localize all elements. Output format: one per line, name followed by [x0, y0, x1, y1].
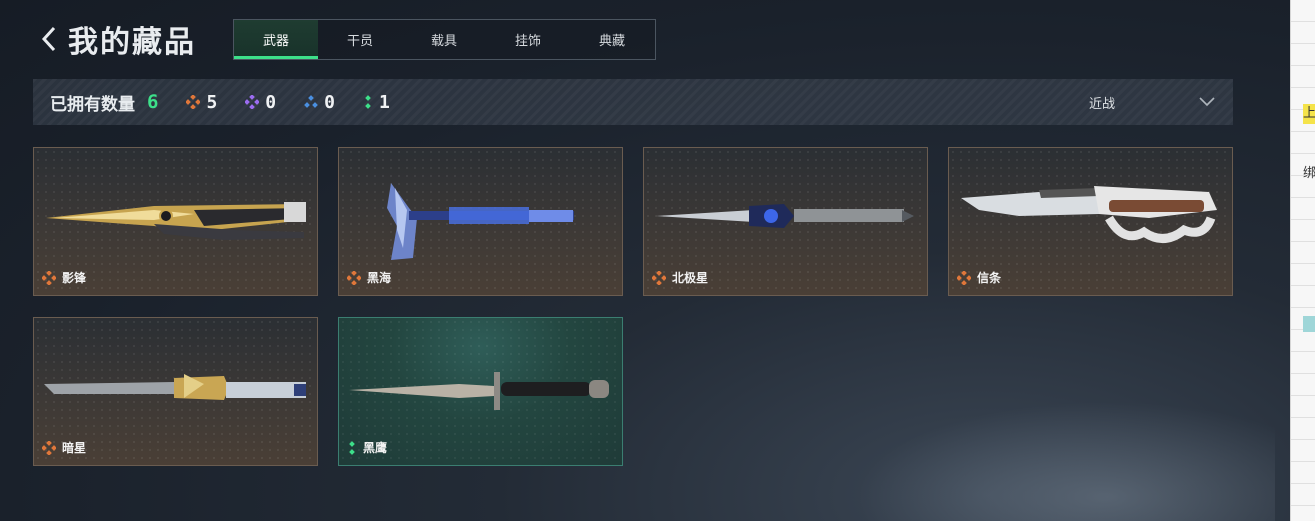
- rarity-blue-count: 0: [304, 92, 335, 113]
- orange-diamond-icon: [957, 270, 971, 285]
- background-cloud: [855, 401, 1275, 521]
- purple-diamond-icon: [245, 95, 260, 109]
- tab-collection[interactable]: 典藏: [570, 20, 654, 59]
- item-name-row: 黑海: [347, 269, 391, 286]
- chevron-left-icon: [41, 26, 56, 52]
- weapon-card[interactable]: 暗星: [33, 317, 318, 466]
- chevron-down-icon: [1199, 97, 1215, 107]
- orange-diamond-icon: [42, 440, 56, 455]
- weapon-card[interactable]: 影锋: [33, 147, 318, 296]
- orange-diamond-icon: [652, 270, 666, 285]
- rarity-count: 0: [265, 91, 277, 113]
- rarity-count: 1: [378, 91, 390, 113]
- tab-operators[interactable]: 干员: [318, 20, 402, 59]
- tab-vehicles[interactable]: 载具: [402, 20, 486, 59]
- orange-diamond-icon: [347, 270, 361, 285]
- item-name-row: 北极星: [652, 269, 708, 286]
- tab-weapons[interactable]: 武器: [234, 20, 318, 59]
- item-name: 暗星: [62, 441, 87, 455]
- rarity-green-count: 1: [363, 92, 390, 113]
- page-title: 我的藏品: [68, 25, 196, 60]
- item-name-row: 信条: [957, 269, 1001, 286]
- weapon-card[interactable]: 信条: [948, 147, 1233, 296]
- weapon-card[interactable]: 黑鹰: [338, 317, 623, 466]
- orange-diamond-icon: [186, 95, 201, 109]
- page-header: 我的藏品: [34, 18, 196, 60]
- rarity-count: 5: [206, 91, 218, 113]
- orange-diamond-icon: [42, 270, 56, 285]
- rarity-count: 0: [324, 91, 335, 113]
- rarity-purple-count: 0: [245, 92, 276, 113]
- grid-lines: [1291, 0, 1315, 521]
- back-button[interactable]: [34, 19, 64, 59]
- weapon-card[interactable]: 北极星: [643, 147, 928, 296]
- item-name-row: 黑鹰: [347, 439, 387, 456]
- side-panel-cell: [1303, 316, 1315, 332]
- side-panel-mark: 上: [1303, 104, 1315, 124]
- side-panel-mark: 绑: [1303, 166, 1315, 181]
- green-diamond-icon: [365, 95, 371, 109]
- filter-label: 近战: [1088, 96, 1115, 112]
- tab-charms[interactable]: 挂饰: [486, 20, 570, 59]
- side-panel: 上 绑: [1290, 0, 1315, 521]
- category-tabs: 武器 干员 载具 挂饰 典藏: [233, 19, 656, 60]
- item-name: 黑海: [367, 271, 392, 285]
- rarity-orange-count: 5: [186, 92, 217, 113]
- item-name-row: 影锋: [42, 269, 86, 286]
- item-name: 北极星: [672, 271, 709, 285]
- owned-label: 已拥有数量: [50, 94, 135, 115]
- ownership-stats-bar: 已拥有数量 6 5 0 0 1 近战: [33, 79, 1233, 125]
- category-filter-dropdown[interactable]: 近战: [1089, 79, 1215, 125]
- blue-diamond-icon: [304, 95, 318, 108]
- item-name: 黑鹰: [363, 441, 388, 455]
- item-name: 影锋: [62, 271, 87, 285]
- item-name-row: 暗星: [42, 439, 86, 456]
- item-name: 信条: [977, 271, 1002, 285]
- owned-count: 6: [147, 91, 159, 113]
- weapon-card[interactable]: 黑海: [338, 147, 623, 296]
- green-diamond-icon: [349, 440, 355, 455]
